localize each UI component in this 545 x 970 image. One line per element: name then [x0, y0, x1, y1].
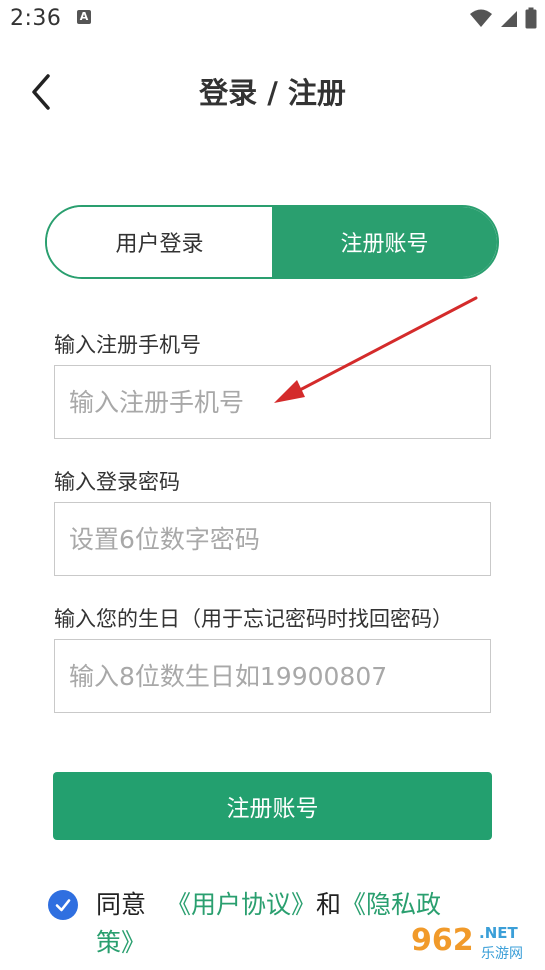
- checkmark-icon: [55, 899, 71, 912]
- svg-text:.NET: .NET: [479, 924, 518, 942]
- notification-app-icon: A: [77, 10, 91, 24]
- svg-text:962: 962: [411, 923, 474, 958]
- agreement-conjunction: 和: [316, 890, 342, 919]
- register-submit-button[interactable]: 注册账号: [53, 772, 492, 840]
- phone-input[interactable]: [69, 387, 476, 417]
- agreement-prefix: 同意: [96, 890, 147, 919]
- user-agreement-link[interactable]: 《用户协议》: [166, 890, 316, 919]
- password-field: [54, 502, 491, 576]
- birthday-field: [54, 639, 491, 713]
- status-time: 2:36: [10, 6, 62, 31]
- phone-field: [54, 365, 491, 439]
- birthday-label: 输入您的生日（用于忘记密码时找回密码）: [54, 607, 453, 631]
- signal-icon: [501, 11, 517, 27]
- birthday-input[interactable]: [69, 661, 476, 691]
- battery-icon: [525, 7, 537, 29]
- svg-text:乐游网: 乐游网: [481, 946, 523, 962]
- password-label: 输入登录密码: [54, 470, 180, 494]
- agreement-checkbox[interactable]: [48, 890, 78, 920]
- watermark-logo: 962 .NET 乐游网: [407, 918, 539, 964]
- phone-label: 输入注册手机号: [54, 333, 201, 357]
- wifi-icon: [470, 9, 492, 27]
- status-icons: [469, 7, 537, 29]
- password-input[interactable]: [69, 524, 476, 554]
- page-title: 登录 / 注册: [199, 76, 346, 110]
- auth-tabs: 用户登录 注册账号: [45, 205, 499, 279]
- tab-register-account[interactable]: 注册账号: [272, 207, 497, 277]
- tab-user-login[interactable]: 用户登录: [47, 207, 272, 277]
